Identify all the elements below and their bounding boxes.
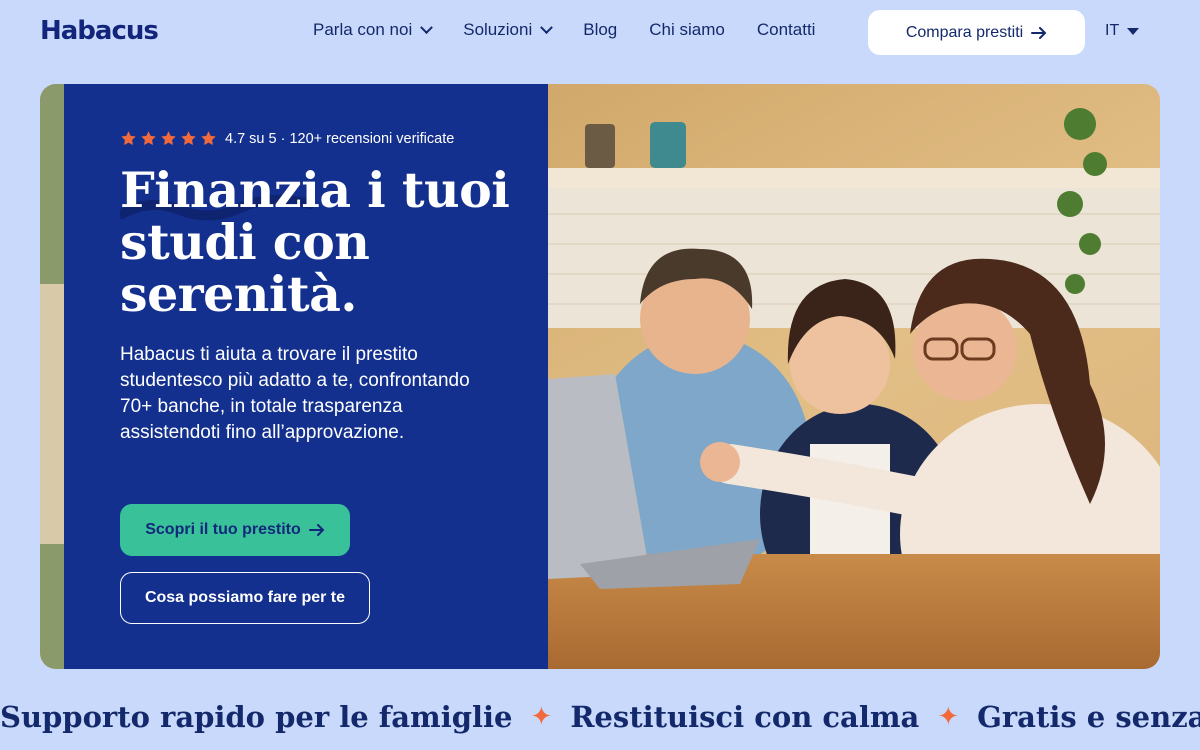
nav-label: Parla con noi	[313, 20, 413, 39]
language-selector[interactable]: IT	[1105, 22, 1140, 40]
language-label: IT	[1105, 22, 1120, 39]
star-icon	[121, 131, 136, 146]
nav-label: Blog	[583, 20, 618, 39]
sparkle-icon: ✦	[530, 702, 553, 732]
rating-stars	[120, 130, 217, 147]
nav-parla-con-noi[interactable]: Parla con noi	[313, 20, 434, 40]
nav-label: Soluzioni	[463, 20, 533, 39]
marquee-item: Gratis e senza imp	[977, 700, 1200, 734]
marquee-item: Restituisci con calma	[570, 700, 920, 734]
chevron-down-icon	[420, 20, 434, 34]
nav-blog[interactable]: Blog	[583, 20, 617, 40]
rating-text: 4.7 su 5 · 120+ recensioni verificate	[225, 130, 455, 147]
compare-loans-label: Compara prestiti	[905, 23, 1024, 41]
habacus-logo[interactable]: Habacus	[40, 16, 159, 46]
rating-summary: 4.7 su 5 · 120+ recensioni verificate	[120, 130, 454, 147]
star-icon	[161, 131, 176, 146]
nav-soluzioni[interactable]: Soluzioni	[463, 20, 554, 40]
star-icon	[141, 131, 156, 146]
discover-loan-button[interactable]: Scopri il tuo prestito	[120, 504, 350, 556]
site-header: Habacus Parla con noi Soluzioni Blog Chi…	[0, 0, 1200, 64]
hero-headline: Finanzia i tuoi studi con serenità.	[120, 161, 510, 323]
star-icon	[181, 131, 196, 146]
nav-label: Contatti	[756, 20, 816, 39]
nav-chi-siamo[interactable]: Chi siamo	[649, 20, 725, 40]
arrow-right-icon	[308, 524, 325, 536]
sparkle-icon: ✦	[937, 702, 960, 732]
nav-label: Chi siamo	[649, 20, 725, 39]
discover-loan-label: Scopri il tuo prestito	[145, 521, 301, 538]
caret-down-icon	[1127, 27, 1140, 35]
hero-section: 4.7 su 5 · 120+ recensioni verificate Fi…	[40, 84, 1160, 669]
what-we-do-button[interactable]: Cosa possiamo fare per te	[120, 572, 370, 624]
what-we-do-label: Cosa possiamo fare per te	[144, 589, 346, 606]
marquee-item: Supporto rapido per le famiglie	[0, 700, 513, 734]
star-icon	[201, 131, 216, 146]
compare-loans-button[interactable]: Compara prestiti	[868, 10, 1085, 55]
hero-panel: 4.7 su 5 · 120+ recensioni verificate Fi…	[64, 84, 548, 669]
chevron-down-icon	[540, 20, 554, 34]
hero-description: Habacus ti aiuta a trovare il prestito s…	[120, 344, 470, 443]
arrow-right-icon	[1031, 26, 1047, 39]
benefits-marquee: Supporto rapido per le famiglie ✦ Restit…	[0, 694, 1200, 740]
main-nav: Parla con noi Soluzioni Blog Chi siamo C…	[313, 20, 847, 40]
nav-contatti[interactable]: Contatti	[757, 20, 816, 40]
